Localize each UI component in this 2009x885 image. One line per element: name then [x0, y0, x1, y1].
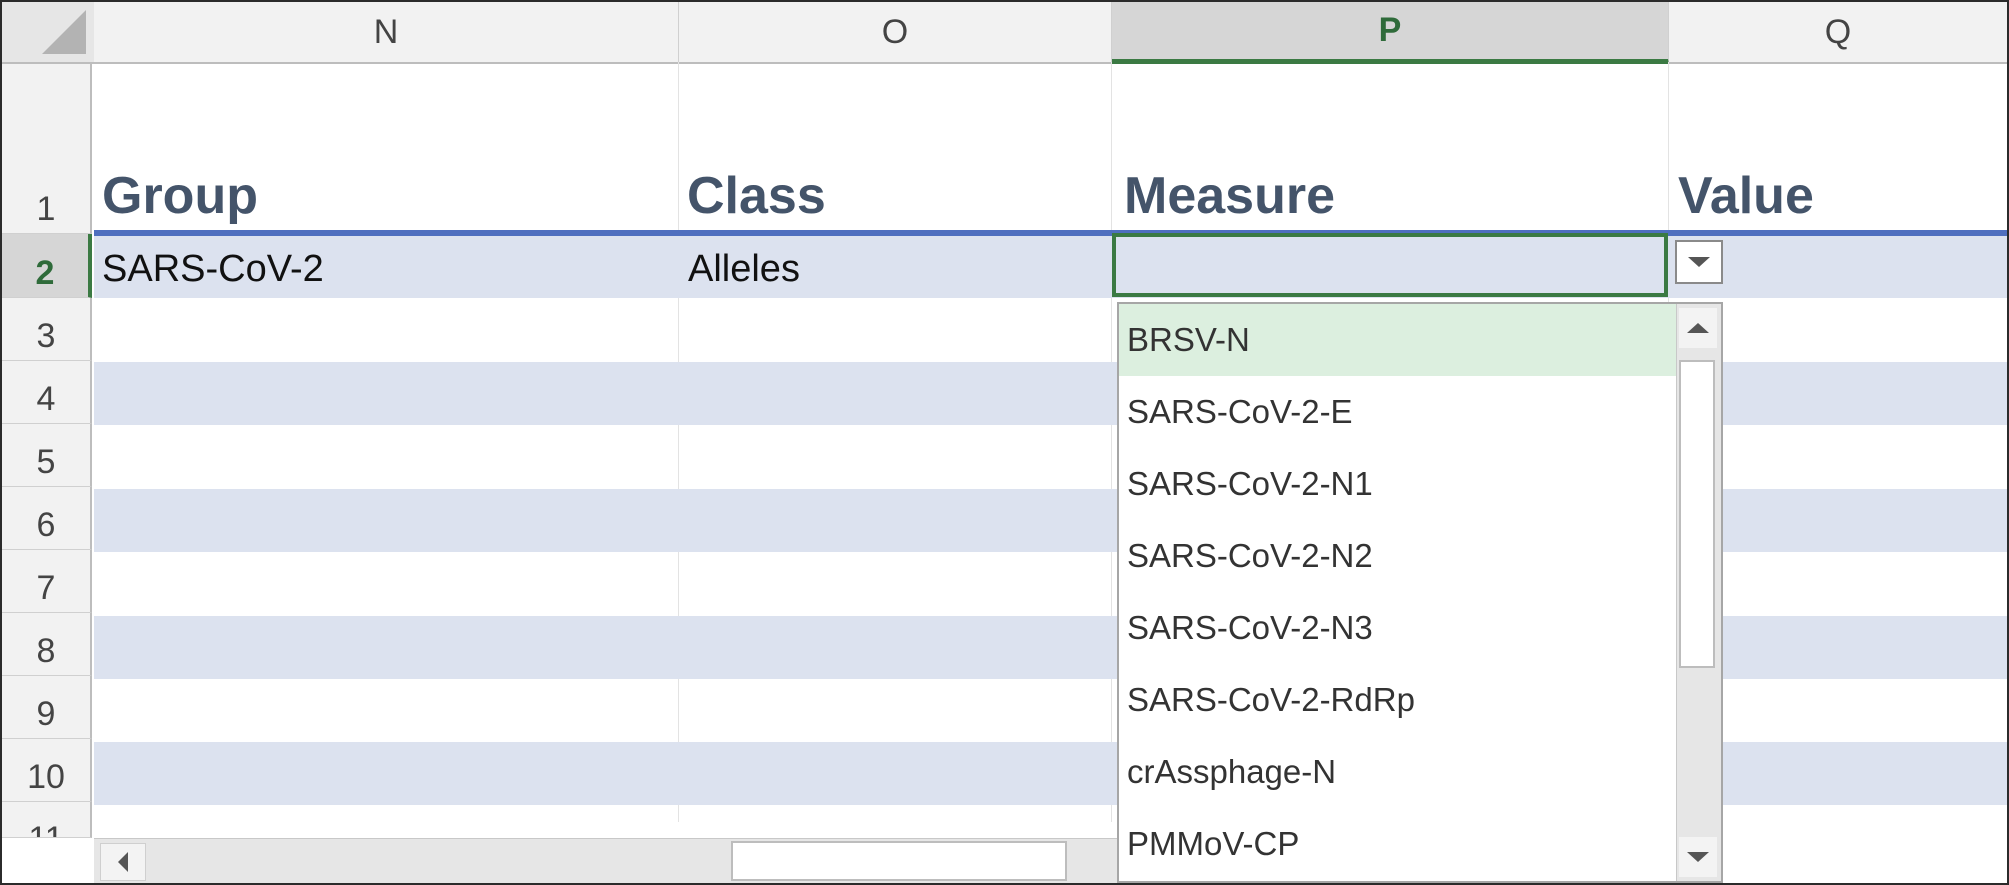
select-all-triangle-icon [42, 10, 86, 54]
header-measure-text: Measure [1124, 167, 1335, 225]
header-group-text: Group [102, 167, 258, 225]
column-header-p[interactable]: P [1112, 2, 1669, 64]
dropdown-option-brsv-n[interactable]: BRSV-N [1119, 304, 1679, 376]
chevron-down-icon [1687, 852, 1709, 862]
row-header-6[interactable]: 6 [2, 487, 92, 550]
row-header-9[interactable]: 9 [2, 676, 92, 739]
row-header-8[interactable]: 8 [2, 613, 92, 676]
dropdown-option-sars-cov-2-n2[interactable]: SARS-CoV-2-N2 [1119, 520, 1679, 592]
scroll-left-button[interactable] [100, 843, 146, 881]
row-header-10[interactable]: 10 [2, 739, 92, 802]
row-header-3[interactable]: 3 [2, 298, 92, 361]
dropdown-option-sars-cov-2-rdrp[interactable]: SARS-CoV-2-RdRp [1119, 664, 1679, 736]
spreadsheet-window: N O P Q 1 Group Class Measure Value 2 SA… [0, 0, 2009, 885]
column-header-n[interactable]: N [94, 2, 679, 64]
dropdown-option-sars-cov-2-e[interactable]: SARS-CoV-2-E [1119, 376, 1679, 448]
row-header-2[interactable]: 2 [2, 234, 92, 298]
dropdown-scrollbar[interactable] [1676, 304, 1721, 881]
chevron-left-icon [118, 852, 128, 872]
header-value-text: Value [1678, 167, 1814, 225]
chevron-up-icon [1687, 323, 1709, 333]
row-header-4[interactable]: 4 [2, 361, 92, 424]
dropdown-button[interactable] [1675, 240, 1723, 284]
select-all-corner[interactable] [2, 2, 95, 64]
active-cell-p2[interactable] [1112, 233, 1668, 297]
validation-dropdown-list[interactable]: BRSV-N SARS-CoV-2-E SARS-CoV-2-N1 SARS-C… [1117, 302, 1723, 883]
header-class-text: Class [687, 167, 826, 225]
dropdown-scroll-up-button[interactable] [1679, 308, 1717, 348]
row-header-5[interactable]: 5 [2, 424, 92, 487]
row-header-1[interactable]: 1 [2, 64, 92, 234]
row-header-11[interactable]: 11 [2, 802, 92, 838]
row-header-7[interactable]: 7 [2, 550, 92, 613]
chevron-down-icon [1688, 257, 1710, 267]
horizontal-scrollbar[interactable] [94, 838, 1117, 883]
column-header-q[interactable]: Q [1669, 2, 2007, 64]
dropdown-option-sars-cov-2-n3[interactable]: SARS-CoV-2-N3 [1119, 592, 1679, 664]
dropdown-scroll-thumb[interactable] [1679, 360, 1715, 668]
dropdown-option-pmmov-cp[interactable]: PMMoV-CP [1119, 808, 1679, 880]
dropdown-option-sars-cov-2-n1[interactable]: SARS-CoV-2-N1 [1119, 448, 1679, 520]
cell-n2-group[interactable]: SARS-CoV-2 [102, 248, 324, 291]
column-header-o[interactable]: O [679, 2, 1112, 64]
cell-o2-class[interactable]: Alleles [688, 248, 800, 291]
horizontal-scroll-thumb[interactable] [731, 841, 1067, 881]
dropdown-option-crassphage-n[interactable]: crAssphage-N [1119, 736, 1679, 808]
dropdown-scroll-down-button[interactable] [1679, 837, 1717, 877]
